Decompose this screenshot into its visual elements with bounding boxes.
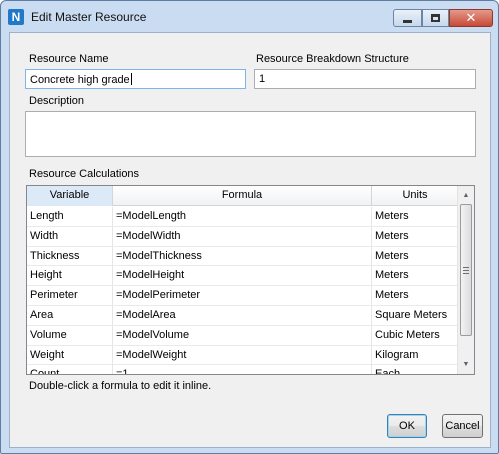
cell-formula[interactable]: =ModelPerimeter [113, 286, 372, 306]
cell-formula[interactable]: =ModelWeight [113, 345, 372, 365]
rbs-label: Resource Breakdown Structure [256, 53, 409, 65]
cell-variable[interactable]: Width [27, 226, 113, 246]
cell-formula[interactable]: =ModelVolume [113, 325, 372, 345]
table-row[interactable]: Length =ModelLength Meters [27, 207, 459, 227]
close-button[interactable]: ✕ [449, 9, 493, 27]
description-textarea[interactable] [25, 111, 476, 157]
cell-formula[interactable]: =ModelArea [113, 305, 372, 325]
cell-formula[interactable]: =ModelThickness [113, 246, 372, 266]
resource-name-label: Resource Name [29, 53, 109, 65]
dialog-body: Resource Name Concrete high grade Resour… [9, 32, 491, 448]
description-label: Description [29, 95, 85, 107]
cell-variable[interactable]: Perimeter [27, 286, 113, 306]
cell-formula[interactable]: =ModelLength [113, 207, 372, 226]
table-row[interactable]: Area =ModelArea Square Meters [27, 305, 459, 326]
cell-units[interactable]: Each [372, 365, 459, 374]
cancel-button[interactable]: Cancel [442, 414, 483, 438]
table-row[interactable]: Width =ModelWidth Meters [27, 226, 459, 247]
cell-variable[interactable]: Count [27, 365, 113, 374]
cell-variable[interactable]: Thickness [27, 246, 113, 266]
cell-units[interactable]: Meters [372, 246, 459, 266]
calculations-label: Resource Calculations [29, 168, 140, 180]
column-header-units[interactable]: Units [372, 186, 459, 206]
vertical-scrollbar[interactable]: ▲ ▼ [457, 186, 474, 374]
cell-units[interactable]: Meters [372, 286, 459, 306]
text-caret [130, 73, 132, 85]
scroll-down-icon[interactable]: ▼ [458, 356, 474, 373]
grid-rows: Length =ModelLength Meters Width =ModelW… [27, 207, 459, 374]
resource-name-input[interactable]: Concrete high grade [25, 69, 246, 89]
cell-variable[interactable]: Length [27, 207, 113, 226]
minimize-button[interactable] [393, 9, 422, 27]
cell-units[interactable]: Cubic Meters [372, 325, 459, 345]
grip-icon [463, 266, 469, 274]
maximize-button[interactable] [422, 9, 449, 27]
table-row[interactable]: Perimeter =ModelPerimeter Meters [27, 286, 459, 306]
column-header-variable[interactable]: Variable [27, 186, 113, 206]
rbs-input[interactable]: 1 [254, 69, 476, 89]
cell-variable[interactable]: Area [27, 305, 113, 325]
table-row[interactable]: Volume =ModelVolume Cubic Meters [27, 325, 459, 346]
dialog-window: N Edit Master Resource ✕ Resource Name C… [0, 0, 499, 454]
ok-button[interactable]: OK [387, 414, 427, 438]
table-row[interactable]: Count =1 Each [27, 365, 459, 374]
minimize-icon [403, 19, 412, 23]
close-icon: ✕ [465, 10, 477, 25]
maximize-icon [431, 14, 440, 22]
cell-variable[interactable]: Volume [27, 325, 113, 345]
cell-variable[interactable]: Weight [27, 345, 113, 365]
app-logo-icon: N [8, 9, 24, 25]
hint-text: Double-click a formula to edit it inline… [29, 380, 212, 392]
window-title: Edit Master Resource [31, 10, 147, 24]
cell-variable[interactable]: Height [27, 266, 113, 286]
table-row[interactable]: Weight =ModelWeight Kilogram [27, 345, 459, 366]
cell-units[interactable]: Kilogram [372, 345, 459, 365]
cell-formula[interactable]: =1 [113, 365, 372, 374]
title-bar[interactable]: N Edit Master Resource ✕ [1, 1, 498, 31]
calculations-grid: Variable Formula Units Length =ModelLeng… [26, 185, 475, 375]
column-header-formula[interactable]: Formula [113, 186, 372, 206]
cell-formula[interactable]: =ModelWidth [113, 226, 372, 246]
scroll-up-icon[interactable]: ▲ [458, 187, 474, 204]
cell-units[interactable]: Meters [372, 207, 459, 226]
grid-header: Variable Formula Units [27, 186, 459, 206]
table-row[interactable]: Thickness =ModelThickness Meters [27, 246, 459, 267]
cell-formula[interactable]: =ModelHeight [113, 266, 372, 286]
cell-units[interactable]: Meters [372, 266, 459, 286]
cell-units[interactable]: Meters [372, 226, 459, 246]
resource-name-value: Concrete high grade [30, 74, 130, 86]
table-row[interactable]: Height =ModelHeight Meters [27, 266, 459, 287]
cell-units[interactable]: Square Meters [372, 305, 459, 325]
scrollbar-thumb[interactable] [460, 204, 472, 336]
